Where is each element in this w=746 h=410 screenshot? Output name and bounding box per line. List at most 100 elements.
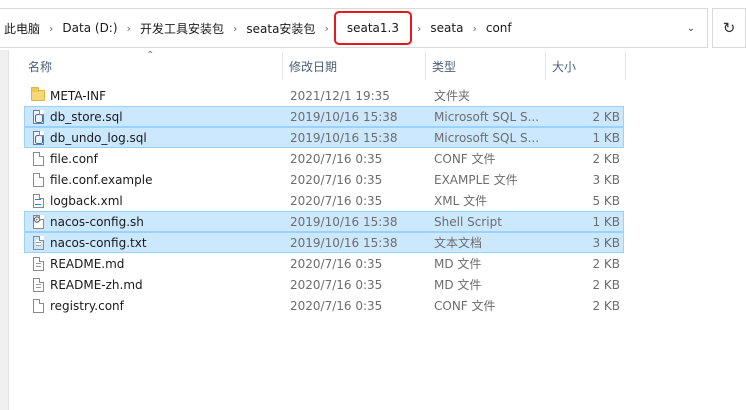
file-type: CONF 文件 [434,299,496,313]
column-divider[interactable] [425,52,426,80]
file-size: 2 KB [592,256,620,271]
file-row[interactable]: logback.xml 2020/7/16 0:35 XML 文件 5 KB [24,190,624,211]
column-header: ⌃ 名称 修改日期 类型 大小 [20,50,630,80]
file-icon [32,298,44,313]
breadcrumb-seata-installer[interactable]: seata安装包 [242,16,319,40]
file-row[interactable]: META-INF 2021/12/1 19:35 文件夹 [24,85,624,106]
column-header-name[interactable]: 名称 [28,52,52,80]
xml-file-icon [32,193,44,208]
file-name[interactable]: db_store.sql [50,107,280,126]
file-name[interactable]: db_undo_log.sql [50,128,280,147]
breadcrumb-conf[interactable]: conf [482,16,516,40]
file-date: 2020/7/16 0:35 [290,151,383,166]
column-header-date[interactable]: 修改日期 [289,52,337,80]
file-name[interactable]: file.conf [50,149,280,168]
shell-script-icon [32,214,44,229]
file-type: XML 文件 [434,194,488,208]
file-type: Shell Script [434,214,502,229]
column-header-type[interactable]: 类型 [432,52,456,80]
file-size: 3 KB [592,172,620,187]
column-divider[interactable] [282,52,283,80]
file-icon-cell [30,212,46,231]
breadcrumb-this-pc[interactable]: 此电脑 [0,16,44,40]
file-size [555,86,620,105]
file-type: MD 文件 [434,278,482,292]
file-row[interactable]: nacos-config.txt 2019/10/16 15:38 文本文档 3 KB [24,232,624,253]
address-bar[interactable]: 此电脑 › Data (D:) › 开发工具安装包 › seata安装包 › s… [0,8,708,48]
file-date: 2020/7/16 0:35 [290,256,383,271]
file-icon-cell [30,191,46,210]
file-list: META-INF 2021/12/1 19:35 文件夹 db_store.sql 20… [24,85,624,316]
file-date: 2019/10/16 15:38 [290,109,398,124]
breadcrumb-separator-icon[interactable]: › [44,22,58,35]
file-row[interactable]: nacos-config.sh 2019/10/16 15:38 Shell Scr… [24,211,624,232]
folder-icon [31,87,45,101]
breadcrumb-separator-icon[interactable]: › [228,22,242,35]
column-header-size[interactable]: 大小 [552,52,576,80]
file-date: 2020/7/16 0:35 [290,298,383,313]
breadcrumb-separator-icon[interactable]: › [122,22,136,35]
sort-ascending-icon: ⌃ [146,50,155,61]
file-size: 1 KB [592,214,620,229]
file-icon-cell [30,86,46,105]
file-icon-cell [30,149,46,168]
file-row[interactable]: file.conf.example 2020/7/16 0:35 EXAMPLE 文… [24,169,624,190]
sql-file-icon [32,109,44,124]
breadcrumb-seata[interactable]: seata [426,16,467,40]
file-row[interactable]: db_store.sql 2019/10/16 15:38 Microsoft SQ… [24,106,624,127]
file-date: 2019/10/16 15:38 [290,214,398,229]
file-icon-cell [30,275,46,294]
file-row[interactable]: db_undo_log.sql 2019/10/16 15:38 Microsoft… [24,127,624,148]
file-name[interactable]: README-zh.md [50,275,280,294]
file-size: 2 KB [592,109,620,124]
file-name[interactable]: nacos-config.txt [50,233,280,252]
file-name[interactable]: file.conf.example [50,170,280,189]
file-icon-cell [30,128,46,147]
left-pane-edge [0,50,9,410]
file-row[interactable]: README-zh.md 2020/7/16 0:35 MD 文件 2 KB [24,274,624,295]
chevron-down-icon[interactable]: ⌄ [681,9,701,47]
file-date: 2019/10/16 15:38 [290,235,398,250]
breadcrumb-separator-icon[interactable]: › [319,22,333,35]
file-icon-cell [30,254,46,273]
file-type: MD 文件 [434,257,482,271]
file-date: 2020/7/16 0:35 [290,277,383,292]
column-divider[interactable] [625,52,626,80]
file-size: 2 KB [592,151,620,166]
breadcrumb-separator-icon[interactable]: › [412,22,426,35]
file-type: 文件夹 [434,89,471,103]
breadcrumb-dev-tools[interactable]: 开发工具安装包 [136,16,228,40]
file-row[interactable]: registry.conf 2020/7/16 0:35 CONF 文件 2 KB [24,295,624,316]
breadcrumb-drive-d[interactable]: Data (D:) [58,16,121,40]
file-name[interactable]: README.md [50,254,280,273]
file-row[interactable]: README.md 2020/7/16 0:35 MD 文件 2 KB [24,253,624,274]
text-file-icon [32,235,44,250]
file-date: 2021/12/1 19:35 [290,88,390,103]
breadcrumb-separator-icon[interactable]: › [467,22,481,35]
file-type: Microsoft SQL S... [434,109,540,124]
file-icon [32,151,44,166]
file-type: CONF 文件 [434,152,496,166]
breadcrumb-seata13[interactable]: seata1.3 [333,11,412,45]
file-size: 1 KB [592,130,620,145]
column-divider[interactable] [545,52,546,80]
file-row[interactable]: file.conf 2020/7/16 0:35 CONF 文件 2 KB [24,148,624,169]
file-size: 3 KB [592,235,620,250]
breadcrumb: 此电脑 › Data (D:) › 开发工具安装包 › seata安装包 › s… [0,9,516,47]
file-name[interactable]: registry.conf [50,296,280,315]
file-name[interactable]: logback.xml [50,191,280,210]
file-name[interactable]: nacos-config.sh [50,212,280,231]
file-date: 2019/10/16 15:38 [290,130,398,145]
file-date: 2020/7/16 0:35 [290,193,383,208]
file-size: 2 KB [592,298,620,313]
file-icon-cell [30,107,46,126]
text-file-icon [32,277,44,292]
file-size: 5 KB [592,193,620,208]
file-icon [32,172,44,187]
refresh-icon[interactable]: ↻ [712,8,746,48]
file-type: Microsoft SQL S... [434,130,540,145]
file-date: 2020/7/16 0:35 [290,172,383,187]
file-name[interactable]: META-INF [50,86,280,105]
file-size: 2 KB [592,277,620,292]
file-icon-cell [30,296,46,315]
